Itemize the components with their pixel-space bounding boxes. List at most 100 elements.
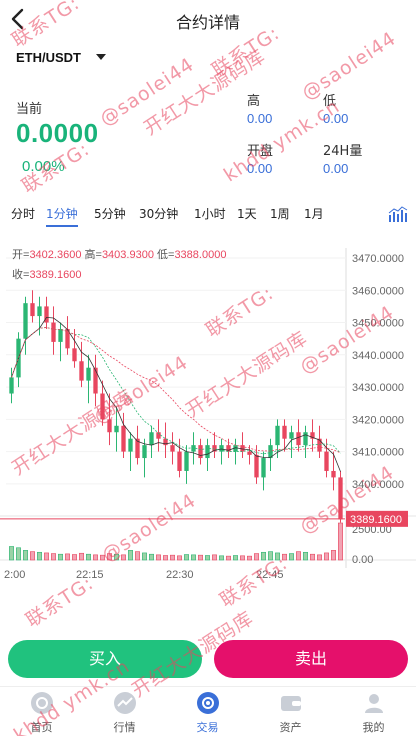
- high-label: 高: [247, 94, 261, 109]
- buy-button[interactable]: 买入: [8, 640, 202, 678]
- kline-svg: 3470.0000 3460.0000 3450.0000 3440.0000 3430…: [0, 248, 416, 581]
- volume-bar: [72, 554, 77, 561]
- open-readout-label: 开=: [12, 249, 30, 261]
- last-price-label: 3389.1600: [350, 514, 402, 526]
- change-percent: 0.00%: [22, 158, 65, 175]
- tab-1week[interactable]: 1周: [270, 203, 290, 227]
- nav-assets-label: 资产: [279, 721, 302, 734]
- nav-home-label: 首页: [30, 721, 53, 734]
- candle-body: [37, 306, 42, 317]
- close-readout-row: 收=3389.1600: [12, 266, 81, 282]
- candle-body: [114, 425, 119, 433]
- nav-home[interactable]: 首页: [0, 687, 83, 736]
- candle-body: [247, 451, 252, 455]
- candle-body: [261, 458, 266, 478]
- tab-5min[interactable]: 5分钟: [94, 203, 126, 227]
- volume-bar: [86, 553, 91, 561]
- volume-bar: [114, 553, 119, 561]
- interval-tabs: 分时 1分钟 5分钟 30分钟 1小时 1天 1周 1月: [0, 203, 416, 229]
- watermark: @saolei44: [96, 53, 199, 131]
- tab-1month[interactable]: 1月: [304, 203, 324, 227]
- volume-bar: [37, 551, 42, 561]
- ohlc-readout: 开=3402.3600 高=3403.9300 低=3388.0000: [12, 246, 226, 262]
- volume-bar: [317, 554, 322, 561]
- y-tick-label: 3460.0000: [352, 285, 404, 297]
- tab-1day[interactable]: 1天: [237, 203, 257, 227]
- current-price: 0.0000: [16, 118, 99, 148]
- close-readout-label: 收=: [12, 269, 30, 281]
- current-label: 当前: [16, 102, 43, 117]
- high-readout-label: 高=: [84, 249, 102, 261]
- volume-bar: [121, 554, 126, 561]
- low-value: 0.00: [323, 111, 349, 126]
- volume-bar: [310, 553, 315, 561]
- candle-body: [23, 303, 28, 339]
- tab-30min[interactable]: 30分钟: [139, 203, 178, 227]
- candle-body: [142, 445, 147, 459]
- volume-bar: [324, 552, 329, 561]
- caret-down-icon[interactable]: [96, 54, 106, 60]
- nav-trade-label: 交易: [196, 721, 219, 734]
- nav-market[interactable]: 行情: [83, 687, 166, 736]
- nav-mine[interactable]: 我的: [332, 687, 415, 736]
- close-readout: 3389.1600: [29, 269, 82, 281]
- candle-body: [289, 432, 294, 439]
- user-icon: [362, 691, 386, 715]
- indicator-settings-icon[interactable]: [388, 205, 408, 223]
- volume-bar: [51, 553, 56, 561]
- volume-bar: [261, 551, 266, 561]
- pair-selector[interactable]: ETH/USDT: [16, 50, 81, 65]
- header-bar: 合约详情: [0, 0, 416, 40]
- volume-bar: [289, 553, 294, 561]
- x-tick-label: 2:00: [4, 569, 25, 581]
- volume-bar: [177, 555, 182, 561]
- volume-24h-value: 0.00: [323, 161, 349, 176]
- volume-bar: [191, 554, 196, 561]
- candle-body: [282, 425, 287, 439]
- nav-market-label: 行情: [113, 721, 136, 734]
- candle-body: [9, 377, 14, 394]
- candle-body: [93, 367, 98, 394]
- candle-body: [324, 451, 329, 471]
- volume-bar: [79, 552, 84, 561]
- volume-bar: [9, 546, 14, 561]
- sell-button[interactable]: 卖出: [214, 640, 408, 678]
- candle-body: [128, 438, 133, 452]
- tab-1hour[interactable]: 1小时: [194, 203, 226, 227]
- high-readout: 3403.9300: [101, 249, 154, 261]
- candle-body: [121, 425, 126, 452]
- volume-bar: [282, 553, 287, 561]
- nav-mine-label: 我的: [362, 721, 385, 734]
- kline-chart[interactable]: 3470.0000 3460.0000 3450.0000 3440.0000 3430…: [0, 238, 416, 583]
- volume-bar: [247, 555, 252, 561]
- page-title: 合约详情: [175, 13, 240, 32]
- candle-body: [254, 454, 259, 478]
- candle-body: [30, 303, 35, 317]
- candle-body: [107, 419, 112, 433]
- candle-body: [317, 438, 322, 452]
- volume-24h-label: 24H量: [323, 144, 363, 159]
- volume-bar: [23, 550, 28, 561]
- tab-time-sharing[interactable]: 分时: [11, 203, 35, 227]
- nav-assets[interactable]: 资产: [249, 687, 332, 736]
- volume-bar: [268, 551, 273, 561]
- tab-1min[interactable]: 1分钟: [46, 203, 78, 227]
- volume-bar: [219, 555, 224, 561]
- nav-trade[interactable]: 交易: [166, 687, 249, 736]
- candle-body: [177, 451, 182, 471]
- candle-body: [275, 425, 280, 446]
- candle-body: [100, 393, 105, 420]
- y-tick-label: 3430.0000: [352, 382, 404, 394]
- volume-bar: [44, 552, 49, 561]
- low-readout-label: 低=: [157, 249, 175, 261]
- volume-bar: [128, 550, 133, 561]
- open-label: 开盘: [247, 144, 274, 159]
- volume-tick-label: 0.00: [352, 554, 373, 566]
- trade-icon: [196, 691, 220, 715]
- candle-body: [51, 322, 56, 342]
- volume-bar: [275, 552, 280, 561]
- volume-bar: [93, 554, 98, 561]
- candle-body: [198, 445, 203, 459]
- candle-body: [296, 432, 301, 446]
- bottom-nav: 首页 行情 交易 资产 我的: [0, 686, 416, 736]
